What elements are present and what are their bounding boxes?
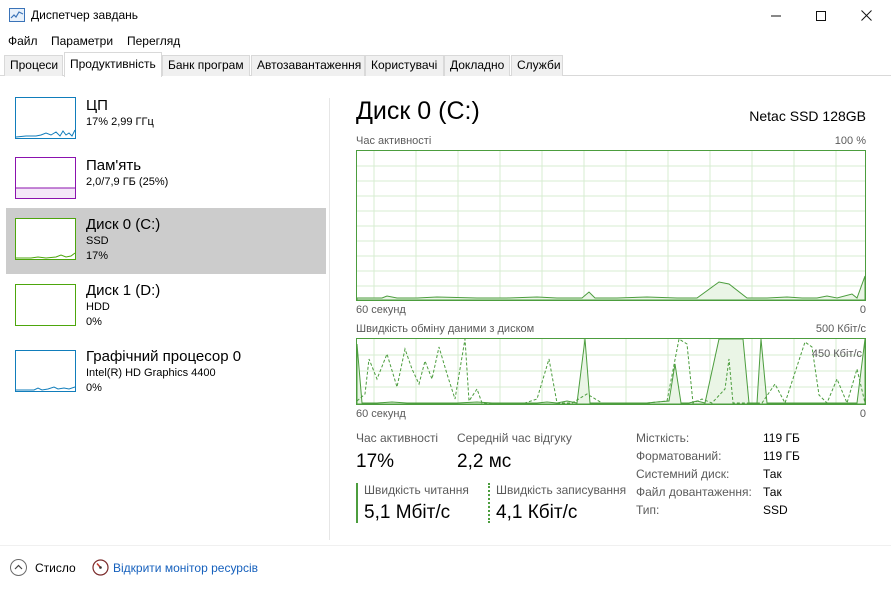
chevron-up-icon[interactable] (10, 559, 27, 576)
avg-response-label: Середній час відгуку (457, 431, 572, 445)
window-title: Диспетчер завдань (31, 8, 139, 22)
gpu-usage: 0% (86, 382, 102, 394)
footer-divider (0, 545, 891, 546)
open-resource-monitor-link[interactable]: Відкрити монітор ресурсів (113, 561, 258, 575)
cpu-name: ЦП (86, 97, 108, 114)
gpu-thumbnail (15, 350, 76, 392)
tab-bar: Процеси Продуктивність Банк програм Авто… (0, 51, 891, 77)
disk-model: Netac SSD 128GB (749, 108, 866, 124)
active-time-graph-label: Час активності (356, 135, 432, 147)
maximize-icon (816, 10, 826, 21)
info-formatted-value: 119 ГБ (763, 449, 800, 463)
disk1-usage: 0% (86, 316, 102, 328)
write-speed-indicator (488, 483, 490, 523)
menu-view[interactable]: Перегляд (127, 34, 180, 48)
info-page-file-value: Так (763, 485, 782, 499)
disk0-type: SSD (86, 235, 109, 247)
tab-startup[interactable]: Автозавантаження (251, 55, 365, 76)
memory-name: Пам'ять (86, 157, 142, 174)
resource-item-gpu[interactable]: Графічний процесор 0 Intel(R) HD Graphic… (6, 340, 326, 406)
memory-thumbnail (15, 157, 76, 199)
info-formatted-key: Форматований: (636, 449, 722, 463)
info-type-value: SSD (763, 503, 788, 517)
resource-item-cpu[interactable]: ЦП 17% 2,99 ГГц (6, 93, 326, 159)
disk0-thumbnail (15, 218, 76, 260)
maximize-button[interactable] (798, 0, 844, 31)
cpu-thumbnail (15, 97, 76, 139)
gpu-model: Intel(R) HD Graphics 4400 (86, 367, 216, 379)
menu-bar: Файл Параметри Перегляд (0, 31, 891, 51)
transfer-rate-graph-label: Швидкість обміну даними з диском (356, 323, 535, 335)
title-bar: Диспетчер завдань (0, 0, 891, 31)
read-speed-value: 5,1 Мбіт/с (364, 502, 451, 523)
fewer-details-button[interactable]: Стисло (35, 561, 76, 575)
close-icon (860, 10, 872, 21)
disk1-type: HDD (86, 301, 110, 313)
info-page-file-key: Файл довантаження: (636, 485, 752, 499)
task-manager-icon (9, 8, 25, 22)
info-system-disk-value: Так (763, 467, 782, 481)
info-capacity-key: Місткість: (636, 431, 690, 445)
info-system-disk-key: Системний диск: (636, 467, 730, 481)
panel-divider (329, 98, 330, 540)
page-title: Диск 0 (C:) (356, 97, 480, 125)
avg-response-value: 2,2 мс (457, 451, 512, 472)
memory-usage: 2,0/7,9 ГБ (25%) (86, 176, 169, 188)
transfer-rate-graph-max: 500 Кбіт/с (815, 323, 866, 335)
close-button[interactable] (843, 0, 889, 31)
gpu-name: Графічний процесор 0 (86, 348, 242, 365)
resource-list: ЦП 17% 2,99 ГГц Пам'ять 2,0/7,9 ГБ (25%)… (0, 76, 330, 546)
active-time-label: Час активності (356, 431, 439, 445)
write-speed-label: Швидкість записування (496, 483, 627, 497)
tab-services[interactable]: Служби (511, 55, 563, 76)
active-time-value: 17% (356, 451, 395, 472)
cpu-usage: 17% 2,99 ГГц (86, 116, 154, 128)
read-speed-label: Швидкість читання (364, 483, 469, 497)
write-speed-value: 4,1 Кбіт/с (496, 502, 578, 523)
disk0-name: Диск 0 (C:) (86, 216, 161, 233)
transfer-rate-graph-timespan: 60 секунд (356, 408, 406, 420)
read-speed-indicator (356, 483, 358, 523)
active-time-graph-zero: 0 (859, 304, 866, 316)
disk1-thumbnail (15, 284, 76, 326)
resource-item-disk0[interactable]: Диск 0 (C:) SSD 17% (6, 208, 326, 274)
resource-monitor-icon[interactable] (92, 559, 109, 576)
tab-performance[interactable]: Продуктивність (64, 52, 162, 77)
menu-options[interactable]: Параметри (51, 34, 113, 48)
resource-item-disk1[interactable]: Диск 1 (D:) HDD 0% (6, 274, 326, 340)
minimize-button[interactable] (753, 0, 799, 31)
tab-app-history[interactable]: Банк програм (162, 55, 250, 76)
tab-details[interactable]: Докладно (444, 55, 510, 76)
info-type-key: Тип: (636, 503, 660, 517)
minimize-icon (771, 15, 781, 16)
tab-users[interactable]: Користувачі (365, 55, 444, 76)
active-time-graph-timespan: 60 секунд (356, 304, 406, 316)
transfer-rate-graph-secondary-max: 450 Кбіт/с (811, 348, 862, 360)
disk0-usage: 17% (86, 250, 109, 262)
menu-file[interactable]: Файл (8, 34, 38, 48)
info-capacity-value: 119 ГБ (763, 431, 800, 445)
transfer-rate-graph: 450 Кбіт/с (356, 338, 866, 405)
tab-processes[interactable]: Процеси (4, 55, 63, 76)
active-time-graph-max: 100 % (834, 135, 866, 147)
disk1-name: Диск 1 (D:) (86, 282, 161, 299)
active-time-graph (356, 150, 866, 301)
transfer-rate-graph-zero: 0 (859, 408, 866, 420)
